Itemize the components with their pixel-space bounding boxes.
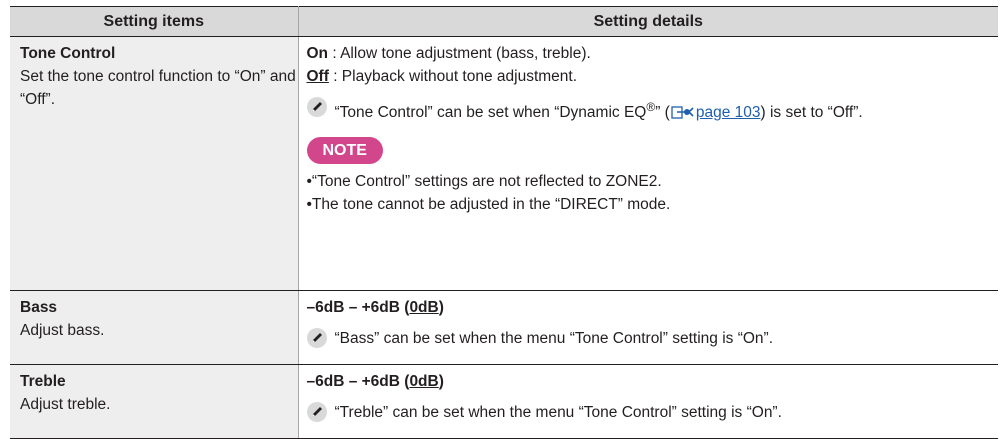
option-on: On : Allow tone adjustment (bass, treble… [307,42,989,65]
settings-table: Setting items Setting details Tone Contr… [10,6,998,439]
bass-details-cell: –6dB – +6dB (0dB) “Bass” can be set when… [298,290,998,365]
table-row-tone-control: Tone Control Set the tone control functi… [10,36,998,291]
bass-note: “Bass” can be set when the menu “Tone Co… [306,327,989,350]
treble-details-cell: –6dB – +6dB (0dB) “Treble” can be set wh… [298,364,998,439]
bass-note-text: “Bass” can be set when the menu “Tone Co… [334,330,774,347]
range-text: ) [438,373,444,390]
table-header-row: Setting items Setting details [10,6,998,37]
note-text-part: ” ( [655,104,670,121]
page-103-link[interactable]: page 103 [696,104,761,121]
option-off: Off : Playback without tone adjustment. [307,65,989,88]
treble-item-cell: Treble Adjust treble. [10,364,299,439]
header-setting-items: Setting items [10,6,299,37]
tone-control-description: Set the tone control function to “On” an… [20,68,296,108]
pencil-icon [306,97,327,117]
option-on-text: : Allow tone adjustment (bass, treble). [328,45,591,62]
default-value: 0dB [409,373,439,390]
registered-mark: ® [646,100,656,114]
range-text: ) [438,299,444,316]
tone-control-title: Tone Control [20,45,116,62]
option-on-key: On [306,45,329,62]
list-item: •The tone cannot be adjusted in the “DIR… [306,196,671,213]
header-setting-details: Setting details [298,6,998,37]
table-row-bass: Bass Adjust bass. –6dB – +6dB (0dB) “Bas… [10,290,998,365]
pencil-icon [306,402,327,422]
bass-title: Bass [20,299,58,316]
treble-title: Treble [20,373,66,390]
tone-control-note-text: “Tone Control” can be set when “Dynamic … [335,96,989,127]
treble-note: “Treble” can be set when the menu “Tone … [306,401,989,424]
bass-item-cell: Bass Adjust bass. [10,290,299,365]
tone-control-details-cell: On : Allow tone adjustment (bass, treble… [298,36,998,291]
range-text: –6dB – +6dB ( [306,373,410,390]
treble-range: –6dB – +6dB (0dB) [307,370,989,393]
note-text-part: ) is set to “Off”. [760,104,863,121]
treble-note-text: “Treble” can be set when the menu “Tone … [334,404,782,421]
list-item: •“Tone Control” settings are not reflect… [306,173,662,190]
tone-control-item-cell: Tone Control Set the tone control functi… [10,36,299,291]
table-row-treble: Treble Adjust treble. –6dB – +6dB (0dB) … [10,364,998,439]
treble-description: Adjust treble. [20,396,111,413]
bass-range: –6dB – +6dB (0dB) [307,296,989,319]
pencil-icon [306,328,327,348]
range-text: –6dB – +6dB ( [306,299,410,316]
bass-description: Adjust bass. [20,322,105,339]
option-off-text: : Playback without tone adjustment. [328,68,578,85]
page-reference-icon [671,104,695,127]
note-text-part: “Tone Control” can be set when “Dynamic … [334,104,647,121]
note-badge: NOTE [306,137,383,164]
tone-control-note: “Tone Control” can be set when “Dynamic … [306,96,989,127]
default-value: 0dB [409,299,439,316]
option-off-key: Off [306,68,329,85]
